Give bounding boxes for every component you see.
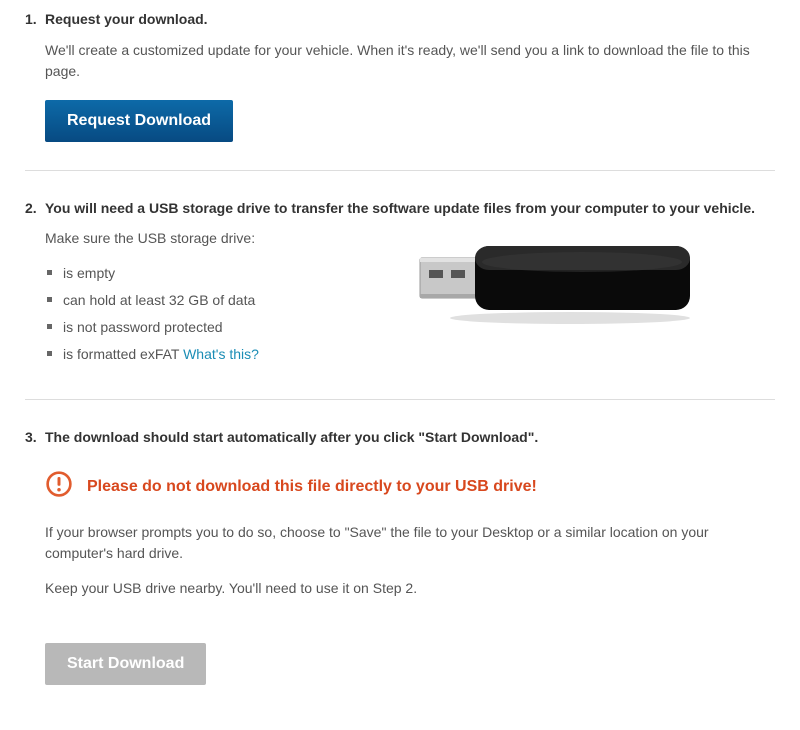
warning-icon bbox=[45, 470, 73, 504]
step-1-number: 1. bbox=[25, 10, 39, 30]
step-3-title: The download should start automatically … bbox=[45, 428, 538, 448]
req-capacity: can hold at least 32 GB of data bbox=[45, 290, 315, 311]
step-2: 2. You will need a USB storage drive to … bbox=[25, 199, 775, 372]
step-2-number: 2. bbox=[25, 199, 39, 219]
req-empty: is empty bbox=[45, 263, 315, 284]
usb-requirements-list: is empty can hold at least 32 GB of data… bbox=[45, 263, 315, 365]
step-1: 1. Request your download. We'll create a… bbox=[25, 10, 775, 142]
step-3-para-2: Keep your USB drive nearby. You'll need … bbox=[45, 578, 775, 599]
step-3-para-1: If your browser prompts you to do so, ch… bbox=[45, 522, 775, 564]
step-3-number: 3. bbox=[25, 428, 39, 448]
warning-text: Please do not download this file directl… bbox=[87, 475, 537, 499]
request-download-button[interactable]: Request Download bbox=[45, 100, 233, 142]
req-format: is formatted exFAT What's this? bbox=[45, 344, 315, 365]
warning-row: Please do not download this file directl… bbox=[45, 470, 775, 504]
instructions-list: 1. Request your download. We'll create a… bbox=[25, 10, 775, 685]
step-2-intro: Make sure the USB storage drive: bbox=[45, 228, 315, 249]
step-2-title: You will need a USB storage drive to tra… bbox=[45, 199, 755, 219]
req-password: is not password protected bbox=[45, 317, 315, 338]
start-download-button[interactable]: Start Download bbox=[45, 643, 206, 685]
step-1-description: We'll create a customized update for you… bbox=[45, 40, 775, 82]
usb-drive-image bbox=[345, 228, 775, 328]
step-3: 3. The download should start automatical… bbox=[25, 428, 775, 685]
whats-this-link[interactable]: What's this? bbox=[183, 346, 259, 362]
divider bbox=[25, 170, 775, 171]
step-1-title: Request your download. bbox=[45, 10, 208, 30]
divider bbox=[25, 399, 775, 400]
